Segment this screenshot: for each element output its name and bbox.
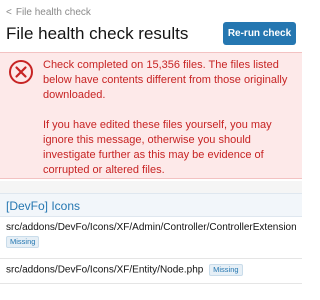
file-path: src/addons/DevFo/Icons/XF/Entity/Node.ph… <box>6 264 204 276</box>
alert-message-advice: If you have edited these files yourself,… <box>43 119 272 176</box>
breadcrumb[interactable]: < File health check <box>6 7 91 18</box>
alert-message: Check completed on 15,356 files. The fil… <box>43 58 299 178</box>
addon-group-title: [DevFo] Icons <box>0 194 302 217</box>
rerun-check-button[interactable]: Re-run check <box>223 22 296 45</box>
file-row: src/addons/DevFo/Icons/XF/Entity/Node.ph… <box>0 259 302 284</box>
addon-file-group: [DevFo] Icons src/addons/DevFo/Icons/XF/… <box>0 193 302 300</box>
file-row: src/addons/DevFo/Icons/XF/Admin/Controll… <box>0 217 302 259</box>
chevron-left-icon: < <box>6 7 12 18</box>
section-divider <box>0 181 302 193</box>
status-badge: Missing <box>6 236 40 248</box>
status-badge: Missing <box>209 264 243 276</box>
error-circle-x-icon <box>9 60 33 84</box>
file-path: src/addons/DevFo/Icons/XF/Admin/Controll… <box>6 222 296 233</box>
alert-message-summary: Check completed on 15,356 files. The fil… <box>43 59 288 101</box>
error-alert: Check completed on 15,356 files. The fil… <box>0 52 302 179</box>
page-title: File health check results <box>6 24 189 43</box>
breadcrumb-link[interactable]: File health check <box>16 7 91 18</box>
